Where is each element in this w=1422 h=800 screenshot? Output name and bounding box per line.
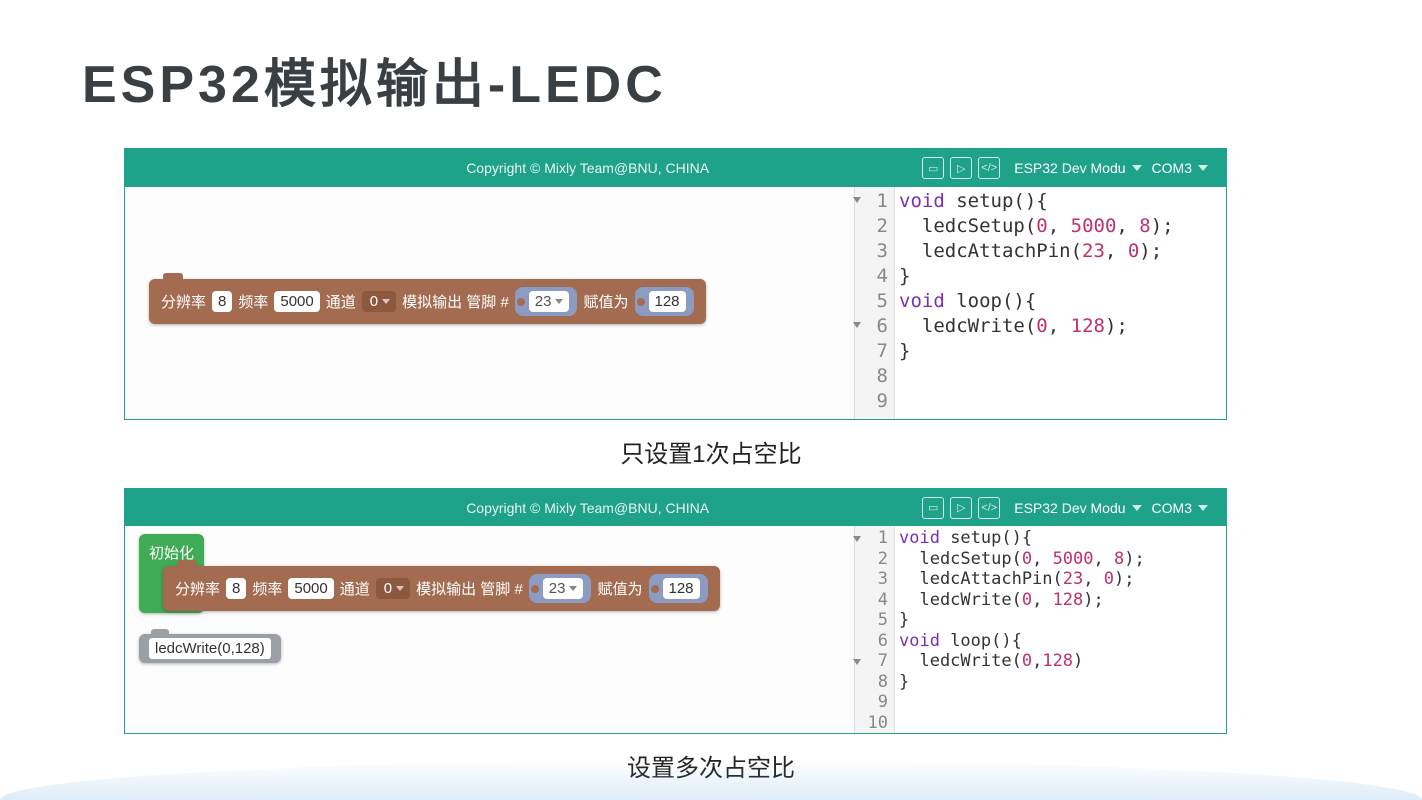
board-label: ESP32 Dev Modu	[1014, 500, 1125, 516]
pin-socket[interactable]: 23	[529, 574, 592, 603]
analog-out-label: 模拟输出 管脚 #	[416, 578, 523, 599]
chevron-down-icon	[1132, 505, 1142, 511]
page-title: ESP32模拟输出-LEDC	[82, 42, 667, 117]
freq-label: 频率	[238, 291, 268, 312]
value-socket[interactable]: 128	[635, 287, 694, 316]
value-socket[interactable]: 128	[649, 574, 708, 603]
ide-panel-1: Copyright © Mixly Team@BNU, CHINA ▭ ▷ </…	[124, 148, 1227, 420]
port-label: COM3	[1152, 160, 1192, 176]
resolution-input[interactable]: 8	[212, 291, 232, 312]
assign-label: 赋值为	[597, 578, 642, 599]
channel-label: 通道	[326, 291, 356, 312]
board-selector[interactable]: ESP32 Dev Modu	[1014, 500, 1141, 516]
copyright-text: Copyright © Mixly Team@BNU, CHINA	[133, 160, 922, 176]
board-label: ESP32 Dev Modu	[1014, 160, 1125, 176]
resolution-label: 分辨率	[175, 578, 220, 599]
channel-dropdown[interactable]: 0	[362, 291, 396, 312]
code-editor[interactable]: 12345678910 void setup(){ ledcSetup(0, 5…	[855, 526, 1226, 733]
resolution-label: 分辨率	[161, 291, 206, 312]
ledc-block[interactable]: 分辨率 8 频率 5000 通道 0 模拟输出 管脚 # 23 赋值为 128	[163, 566, 720, 611]
code-icon[interactable]: </>	[978, 497, 1000, 519]
copyright-text: Copyright © Mixly Team@BNU, CHINA	[133, 500, 922, 516]
channel-label: 通道	[340, 578, 370, 599]
chevron-down-icon	[1198, 505, 1208, 511]
port-label: COM3	[1152, 500, 1192, 516]
freq-input[interactable]: 5000	[274, 291, 319, 312]
code-content: void setup(){ ledcSetup(0, 5000, 8); led…	[895, 526, 1226, 733]
analog-out-label: 模拟输出 管脚 #	[402, 291, 509, 312]
port-selector[interactable]: COM3	[1152, 160, 1208, 176]
save-icon[interactable]: ▭	[922, 157, 944, 179]
pin-socket[interactable]: 23	[515, 287, 578, 316]
code-gutter: 123456789	[855, 187, 895, 419]
ledc-write-text: ledcWrite(0,128)	[149, 638, 271, 659]
chevron-down-icon	[555, 299, 563, 304]
ledc-write-block[interactable]: ledcWrite(0,128)	[139, 634, 281, 663]
run-icon[interactable]: ▷	[950, 157, 972, 179]
code-gutter: 12345678910	[855, 526, 895, 733]
ide-panel-2: Copyright © Mixly Team@BNU, CHINA ▭ ▷ </…	[124, 488, 1227, 734]
toolbar: Copyright © Mixly Team@BNU, CHINA ▭ ▷ </…	[125, 489, 1226, 526]
assign-label: 赋值为	[583, 291, 628, 312]
port-selector[interactable]: COM3	[1152, 500, 1208, 516]
freq-label: 频率	[252, 578, 282, 599]
chevron-down-icon	[1132, 165, 1142, 171]
code-content: void setup(){ ledcSetup(0, 5000, 8); led…	[895, 187, 1226, 419]
chevron-down-icon	[1198, 165, 1208, 171]
channel-dropdown[interactable]: 0	[376, 578, 410, 599]
caption-1: 只设置1次占空比	[0, 434, 1422, 469]
block-workspace[interactable]: 分辨率 8 频率 5000 通道 0 模拟输出 管脚 # 23 赋值为 128	[125, 187, 855, 419]
chevron-down-icon	[396, 586, 404, 591]
block-workspace[interactable]: 初始化 分辨率 8 频率 5000 通道 0 模拟输出 管脚 # 23 赋值为 …	[125, 526, 855, 733]
toolbar: Copyright © Mixly Team@BNU, CHINA ▭ ▷ </…	[125, 149, 1226, 187]
chevron-down-icon	[569, 586, 577, 591]
board-selector[interactable]: ESP32 Dev Modu	[1014, 160, 1141, 176]
freq-input[interactable]: 5000	[288, 578, 333, 599]
code-icon[interactable]: </>	[978, 157, 1000, 179]
chevron-down-icon	[382, 299, 390, 304]
code-editor[interactable]: 123456789 void setup(){ ledcSetup(0, 500…	[855, 187, 1226, 419]
resolution-input[interactable]: 8	[226, 578, 246, 599]
save-icon[interactable]: ▭	[922, 497, 944, 519]
run-icon[interactable]: ▷	[950, 497, 972, 519]
ledc-block[interactable]: 分辨率 8 频率 5000 通道 0 模拟输出 管脚 # 23 赋值为 128	[149, 279, 706, 324]
